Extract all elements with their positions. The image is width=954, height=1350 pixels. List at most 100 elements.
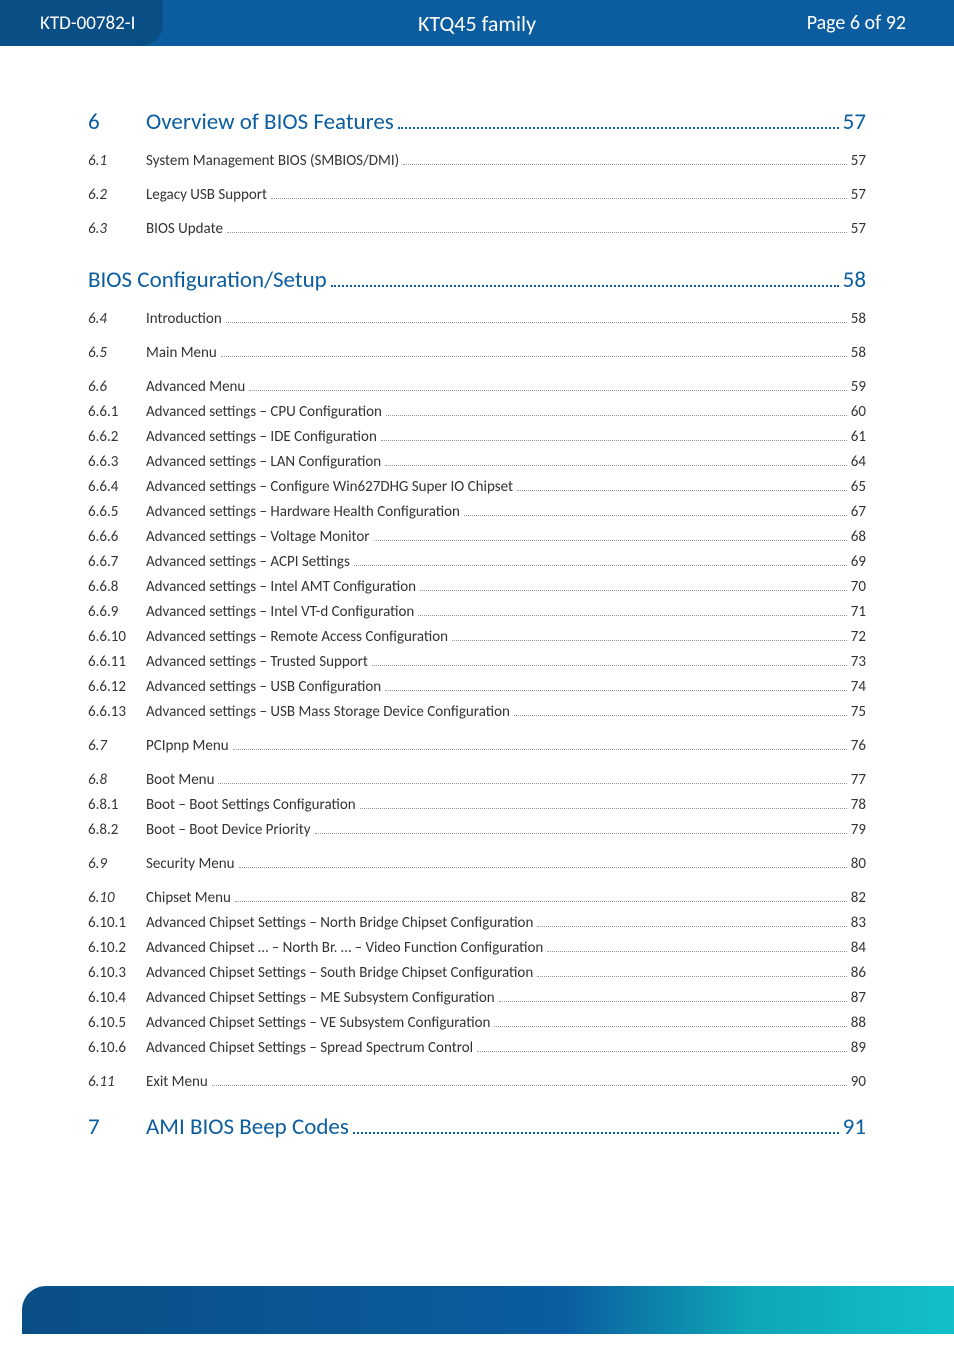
toc-entry[interactable]: 6.10.5Advanced Chipset Settings – VE Sub…	[88, 1014, 866, 1032]
toc-entry[interactable]: 6.6.1Advanced settings – CPU Configurati…	[88, 403, 866, 421]
toc-number: 6.6	[88, 378, 146, 396]
toc-number: 6.8.1	[88, 796, 146, 814]
toc-number: 6.4	[88, 310, 146, 328]
toc-entry[interactable]: 6.8Boot Menu77	[88, 771, 866, 789]
doc-id: KTD-00782-I	[0, 0, 163, 46]
toc-entry[interactable]: 6.2Legacy USB Support57	[88, 186, 866, 204]
toc-entry[interactable]: 6.10.4Advanced Chipset Settings – ME Sub…	[88, 989, 866, 1007]
toc-entry[interactable]: 6.7PCIpnp Menu76	[88, 737, 866, 755]
document-header: KTD-00782-I KTQ45 family Page 6 of 92	[0, 0, 954, 46]
toc-title: Advanced Chipset Settings – North Bridge…	[146, 914, 533, 932]
toc-number: 6.6.13	[88, 703, 146, 721]
toc-entry[interactable]: 6Overview of BIOS Features57	[88, 108, 866, 136]
toc-title: Advanced Chipset Settings – ME Subsystem…	[146, 989, 495, 1007]
toc-page: 58	[851, 310, 866, 328]
toc-leader	[218, 783, 846, 784]
toc-entry[interactable]: 6.6.9Advanced settings – Intel VT-d Conf…	[88, 603, 866, 621]
toc-entry[interactable]: 7AMI BIOS Beep Codes91	[88, 1113, 866, 1141]
toc-page: 61	[851, 428, 866, 446]
toc-entry[interactable]: 6.5Main Menu58	[88, 344, 866, 362]
toc-number: 6.8.2	[88, 821, 146, 839]
toc-leader	[235, 901, 847, 902]
toc-page: 57	[851, 152, 866, 170]
toc-leader	[227, 232, 847, 233]
toc-entry[interactable]: 6.10.6Advanced Chipset Settings – Spread…	[88, 1039, 866, 1057]
toc-title: Boot – Boot Device Priority	[146, 821, 311, 839]
toc-entry[interactable]: 6.6.6Advanced settings – Voltage Monitor…	[88, 528, 866, 546]
toc-entry[interactable]: 6.10Chipset Menu82	[88, 889, 866, 907]
toc-title: Advanced Chipset … – North Br. … – Video…	[146, 939, 543, 957]
toc-number: 6.10.5	[88, 1014, 146, 1032]
toc-leader	[354, 565, 847, 566]
toc-title: Boot – Boot Settings Configuration	[146, 796, 356, 814]
toc-number: 6.10.2	[88, 939, 146, 957]
toc-entry[interactable]: 6.6.3Advanced settings – LAN Configurati…	[88, 453, 866, 471]
toc-entry[interactable]: 6.6.12Advanced settings – USB Configurat…	[88, 678, 866, 696]
toc-page: 78	[851, 796, 866, 814]
toc-number: 6.6.12	[88, 678, 146, 696]
toc-title: Advanced Chipset Settings – South Bridge…	[146, 964, 533, 982]
toc-title: Exit Menu	[146, 1073, 208, 1091]
toc-title: Advanced settings – Configure Win627DHG …	[146, 478, 513, 496]
toc-page: 79	[851, 821, 866, 839]
toc-number: 6.10.4	[88, 989, 146, 1007]
toc-page: 68	[851, 528, 866, 546]
toc-entry[interactable]: 6.6.10Advanced settings – Remote Access …	[88, 628, 866, 646]
toc-page: 57	[843, 108, 866, 136]
toc-title: Overview of BIOS Features	[146, 108, 394, 136]
toc-title: Introduction	[146, 310, 222, 328]
toc-leader	[537, 976, 847, 977]
toc-entry[interactable]: 6.10.3Advanced Chipset Settings – South …	[88, 964, 866, 982]
toc-entry[interactable]: 6.8.2Boot – Boot Device Priority 79	[88, 821, 866, 839]
toc-entry[interactable]: BIOS Configuration/Setup58	[88, 266, 866, 294]
toc-entry[interactable]: 6.6.11Advanced settings – Trusted Suppor…	[88, 653, 866, 671]
footer-decoration	[22, 1286, 954, 1334]
toc-leader	[374, 540, 847, 541]
toc-entry[interactable]: 6.3BIOS Update57	[88, 220, 866, 238]
toc-number: 6.10.1	[88, 914, 146, 932]
toc-leader	[386, 415, 847, 416]
toc-entry[interactable]: 6.6.7Advanced settings – ACPI Settings69	[88, 553, 866, 571]
toc-page: 69	[851, 553, 866, 571]
toc-entry[interactable]: 6.1System Management BIOS (SMBIOS/DMI)57	[88, 152, 866, 170]
toc-leader	[360, 808, 847, 809]
toc-entry[interactable]: 6.9Security Menu80	[88, 855, 866, 873]
toc-entry[interactable]: 6.10.1Advanced Chipset Settings – North …	[88, 914, 866, 932]
toc-page: 84	[851, 939, 866, 957]
toc-leader	[233, 749, 847, 750]
toc-title: BIOS Update	[146, 220, 223, 238]
toc-leader	[537, 926, 846, 927]
toc-page: 67	[851, 503, 866, 521]
toc-entry[interactable]: 6.8.1Boot – Boot Settings Configuration 7…	[88, 796, 866, 814]
toc-leader	[420, 590, 847, 591]
toc-entry[interactable]: 6.4Introduction 58	[88, 310, 866, 328]
toc-page: 73	[851, 653, 866, 671]
toc-number: 6.10.6	[88, 1039, 146, 1057]
toc-number: 6.6.6	[88, 528, 146, 546]
toc-leader	[249, 390, 846, 391]
toc-title: Advanced Chipset Settings – VE Subsystem…	[146, 1014, 490, 1032]
toc-number: 6.6.11	[88, 653, 146, 671]
toc-page: 59	[851, 378, 866, 396]
toc-leader	[221, 356, 847, 357]
toc-entry[interactable]: 6.6Advanced Menu59	[88, 378, 866, 396]
toc-page: 58	[851, 344, 866, 362]
toc-entry[interactable]: 6.6.2Advanced settings – IDE Configurati…	[88, 428, 866, 446]
toc-entry[interactable]: 6.10.2Advanced Chipset … – North Br. … –…	[88, 939, 866, 957]
toc-entry[interactable]: 6.6.4Advanced settings – Configure Win62…	[88, 478, 866, 496]
toc-entry[interactable]: 6.6.13Advanced settings – USB Mass Stora…	[88, 703, 866, 721]
toc-number: 6.6.9	[88, 603, 146, 621]
toc-page: 91	[843, 1113, 866, 1141]
toc-leader	[239, 867, 847, 868]
toc-page: 80	[851, 855, 866, 873]
toc-entry[interactable]: 6.11Exit Menu90	[88, 1073, 866, 1091]
toc-page: 87	[851, 989, 866, 1007]
toc-entry[interactable]: 6.6.5Advanced settings – Hardware Health…	[88, 503, 866, 521]
toc-number: 6.6.4	[88, 478, 146, 496]
toc-number: 6.5	[88, 344, 146, 362]
toc-entry[interactable]: 6.6.8Advanced settings – Intel AMT Confi…	[88, 578, 866, 596]
toc-title: Legacy USB Support	[146, 186, 267, 204]
toc-page: 86	[851, 964, 866, 982]
toc-number: 6.3	[88, 220, 146, 238]
toc-title: System Management BIOS (SMBIOS/DMI)	[146, 152, 399, 170]
